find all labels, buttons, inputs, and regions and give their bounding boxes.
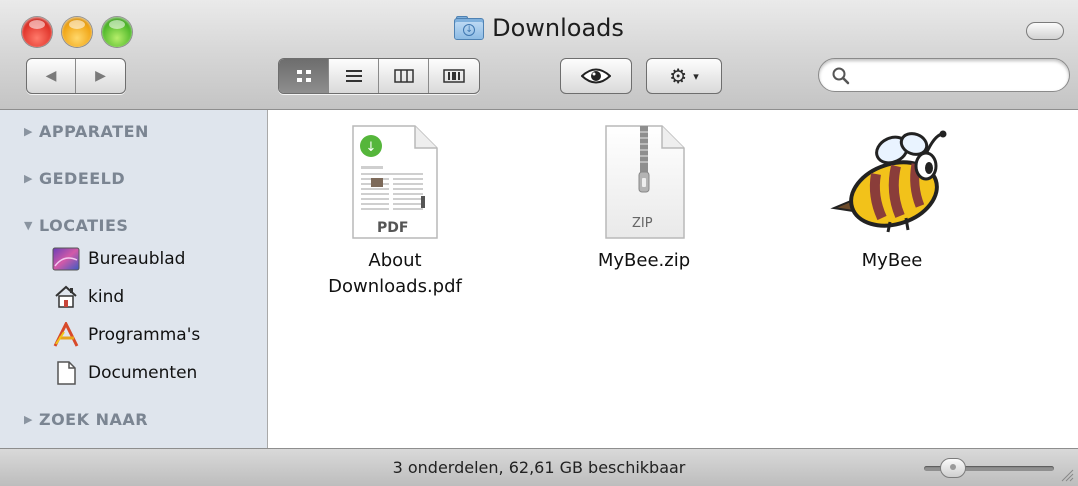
sidebar: ▶ APPARATEN ▶ GEDEELD ▼ LOCATIES Bureaub… bbox=[0, 110, 268, 448]
resize-grip-icon[interactable] bbox=[1060, 468, 1074, 482]
icon-size-slider-knob[interactable] bbox=[939, 458, 966, 478]
view-mode-control bbox=[278, 58, 480, 94]
list-view-icon bbox=[345, 70, 362, 82]
home-icon bbox=[52, 284, 80, 310]
icon-view-icon bbox=[296, 70, 311, 82]
sidebar-section-label: ZOEK NAAR bbox=[38, 410, 149, 429]
toolbar-toggle-button[interactable] bbox=[1026, 22, 1064, 40]
finder-window: ↓ Downloads ◀ ▶ ⚙ ▾ ▶ APPARATEN ▶ GEDEEL… bbox=[0, 0, 1078, 486]
file-label: MyBee.zip bbox=[544, 248, 744, 274]
back-forward-control: ◀ ▶ bbox=[26, 58, 126, 94]
sidebar-section-label: LOCATIES bbox=[38, 216, 129, 235]
pdf-badge: PDF bbox=[377, 220, 409, 236]
status-text: 3 onderdelen, 62,61 GB beschikbaar bbox=[392, 458, 686, 477]
svg-text:↓: ↓ bbox=[366, 140, 377, 155]
toolbar: ↓ Downloads ◀ ▶ ⚙ ▾ bbox=[0, 0, 1078, 110]
forward-button[interactable]: ▶ bbox=[76, 59, 125, 93]
sidebar-section-gedeeld[interactable]: ▶ GEDEELD bbox=[24, 169, 125, 188]
sidebar-item-label: kind bbox=[88, 287, 125, 307]
disclosure-right-icon: ▶ bbox=[24, 172, 33, 185]
quick-look-button[interactable] bbox=[560, 58, 632, 94]
sidebar-item-programmas[interactable]: Programma's bbox=[52, 320, 201, 348]
applications-icon bbox=[52, 320, 80, 348]
sidebar-item-kind[interactable]: kind bbox=[52, 284, 124, 310]
eye-icon bbox=[581, 68, 611, 84]
search-field-container bbox=[818, 58, 1070, 92]
desktop-icon bbox=[52, 246, 80, 272]
disclosure-down-icon: ▼ bbox=[24, 219, 33, 232]
sidebar-item-label: Bureaublad bbox=[88, 249, 186, 269]
window-title: Downloads bbox=[492, 14, 624, 42]
column-view-button[interactable] bbox=[379, 59, 429, 93]
icon-view-button[interactable] bbox=[279, 59, 329, 93]
disclosure-right-icon: ▶ bbox=[24, 125, 33, 138]
back-arrow-icon: ◀ bbox=[45, 68, 57, 84]
file-browser: ↓ PDF About Downloads.pdf ZIP MyBee.zip … bbox=[268, 110, 1078, 448]
window-title-bar: ↓ Downloads bbox=[0, 14, 1078, 44]
file-item-mybee-zip[interactable]: ZIP MyBee.zip bbox=[544, 124, 744, 274]
sidebar-item-bureaublad[interactable]: Bureaublad bbox=[52, 246, 185, 272]
chevron-down-icon: ▾ bbox=[693, 69, 699, 83]
search-input[interactable] bbox=[855, 65, 1059, 87]
file-label-line: About bbox=[368, 250, 422, 271]
sidebar-section-label: GEDEELD bbox=[38, 169, 126, 188]
file-label-line: MyBee.zip bbox=[597, 250, 691, 271]
coverflow-view-button[interactable] bbox=[429, 59, 479, 93]
file-label-line: MyBee bbox=[861, 250, 923, 271]
documents-icon bbox=[52, 360, 80, 386]
downloads-folder-icon: ↓ bbox=[454, 16, 485, 40]
column-view-icon bbox=[393, 69, 414, 83]
file-item-mybee-app[interactable]: MyBee bbox=[792, 124, 992, 274]
file-item-about-downloads-pdf[interactable]: ↓ PDF About Downloads.pdf bbox=[295, 124, 495, 300]
sidebar-item-label: Documenten bbox=[88, 363, 198, 383]
zip-badge: ZIP bbox=[632, 216, 653, 231]
sidebar-section-label: APPARATEN bbox=[38, 122, 149, 141]
sidebar-section-locaties[interactable]: ▼ LOCATIES bbox=[24, 216, 128, 235]
file-label: MyBee bbox=[792, 248, 992, 274]
sidebar-section-zoek-naar[interactable]: ▶ ZOEK NAAR bbox=[24, 410, 148, 429]
coverflow-view-icon bbox=[443, 69, 465, 83]
bee-app-icon bbox=[830, 130, 947, 233]
forward-arrow-icon: ▶ bbox=[95, 68, 106, 84]
status-bar: 3 onderdelen, 62,61 GB beschikbaar bbox=[0, 448, 1078, 486]
sidebar-item-label: Programma's bbox=[88, 325, 201, 345]
search-icon bbox=[832, 67, 850, 85]
sidebar-item-documenten[interactable]: Documenten bbox=[52, 360, 197, 386]
back-button[interactable]: ◀ bbox=[27, 59, 77, 93]
file-label-line: Downloads.pdf bbox=[328, 276, 462, 297]
list-view-button[interactable] bbox=[329, 59, 379, 93]
action-menu-button[interactable]: ⚙ ▾ bbox=[646, 58, 722, 94]
disclosure-right-icon: ▶ bbox=[24, 413, 33, 426]
sidebar-section-apparaten[interactable]: ▶ APPARATEN bbox=[24, 122, 149, 141]
file-label: About Downloads.pdf bbox=[295, 248, 495, 300]
gear-icon: ⚙ bbox=[669, 64, 688, 88]
